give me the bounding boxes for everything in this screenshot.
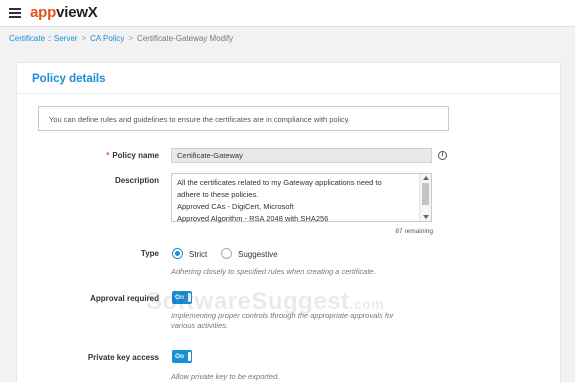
- scroll-down-icon[interactable]: [423, 215, 429, 219]
- radio-suggestive-label[interactable]: Suggestive: [238, 250, 278, 259]
- toggle-knob: [188, 352, 191, 361]
- description-label: Description: [114, 176, 159, 185]
- policy-name-input[interactable]: Certificate-Gateway: [171, 148, 432, 163]
- breadcrumb-ca-policy[interactable]: CA Policy: [90, 34, 124, 43]
- info-message: You can define rules and guidelines to e…: [38, 106, 449, 131]
- hamburger-menu-icon[interactable]: [9, 8, 21, 18]
- chevron-right-icon: >: [81, 34, 87, 43]
- private-key-access-toggle[interactable]: On: [172, 350, 192, 363]
- info-icon[interactable]: i: [438, 151, 447, 160]
- description-scrollbar[interactable]: [419, 174, 431, 221]
- description-line: All the certificates related to my Gatew…: [177, 178, 382, 187]
- private-key-access-label: Private key access: [87, 353, 159, 362]
- policy-details-panel: Policy details You can define rules and …: [16, 62, 562, 382]
- radio-strict-label[interactable]: Strict: [189, 250, 207, 259]
- radio-suggestive[interactable]: [221, 248, 232, 259]
- scroll-up-icon[interactable]: [423, 176, 429, 180]
- type-help-text: Adhering closely to specified rules when…: [171, 267, 376, 276]
- policy-name-label: * Policy name: [106, 151, 159, 160]
- description-line: Approved Algorithm - RSA 2048 with SHA25…: [177, 214, 329, 223]
- description-textarea[interactable]: All the certificates related to my Gatew…: [171, 173, 432, 223]
- watermark: SoftwareSuggest.com: [146, 288, 385, 315]
- top-bar: appviewX: [0, 0, 575, 27]
- description-line: Approved CAs - DigiCert, Microsoft: [177, 202, 294, 211]
- private-key-help-text: Allow private key to be exported.: [171, 372, 280, 381]
- app-logo[interactable]: appviewX: [30, 4, 98, 21]
- chars-remaining: 87 remaining: [395, 228, 433, 235]
- required-marker: *: [106, 151, 110, 160]
- breadcrumb-certificate-server[interactable]: Certificate :: Server: [9, 34, 77, 43]
- scroll-thumb[interactable]: [422, 183, 429, 205]
- chevron-right-icon: >: [128, 34, 134, 43]
- panel-title: Policy details: [32, 73, 106, 85]
- radio-strict[interactable]: [172, 248, 183, 259]
- type-label: Type: [140, 249, 159, 258]
- breadcrumb-current: Certificate-Gateway Modify: [137, 34, 234, 43]
- description-line: adhere to these policies.: [177, 190, 259, 199]
- breadcrumb: Certificate :: Server > CA Policy > Certific…: [9, 34, 233, 43]
- divider: [17, 93, 562, 94]
